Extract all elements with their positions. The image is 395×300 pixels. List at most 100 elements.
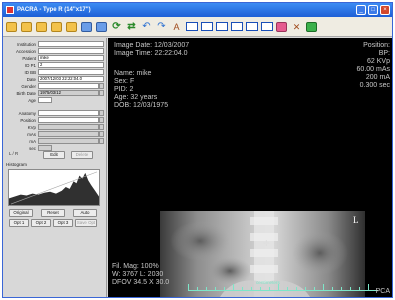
undo-button[interactable]: ↶ (140, 20, 153, 33)
export-icon (306, 21, 317, 32)
ruler-tick (197, 287, 198, 290)
layout-1-button[interactable] (185, 20, 198, 33)
layout-4-icon (230, 22, 243, 31)
dfov-overlay: DFOV 34.5 X 30.0 (112, 279, 170, 286)
image-viewer[interactable]: Image Date: 12/03/2007 Image Time: 22:22… (108, 38, 392, 297)
minimize-button[interactable]: _ (356, 5, 366, 15)
institution-label: Institution (17, 41, 36, 47)
kvp-field[interactable] (38, 124, 99, 130)
id-bb-field[interactable] (38, 69, 104, 75)
folder-icon (6, 21, 17, 32)
patient-label: Patient (22, 55, 36, 61)
maximize-button[interactable]: □ (368, 5, 378, 15)
id-bb-row: ID BB (6, 69, 104, 75)
age-field[interactable] (38, 97, 52, 103)
chevron-down-icon[interactable] (99, 110, 104, 116)
kvp-overlay: 62 KVp (367, 58, 390, 65)
ruler-tick (305, 287, 306, 290)
date-field[interactable]: 2007/12/03 22:22:04.0 (38, 76, 104, 82)
ruler-tick (296, 287, 297, 290)
age-label: Age (28, 97, 36, 103)
tools-button[interactable]: ✕ (290, 20, 303, 33)
id-p1-row: ID P1 2 (6, 62, 104, 68)
opt-2-button[interactable]: Opt 2 (31, 219, 51, 227)
ma-row: mA (6, 138, 104, 144)
delete-button[interactable]: Delete (71, 151, 93, 159)
export-folder-button[interactable] (65, 20, 78, 33)
redo-button[interactable]: ↷ (155, 20, 168, 33)
app-window: PACRA - Type R (14"x17") _ □ × ⟳ ⇄ ↶ ↷ A… (2, 2, 393, 298)
gender-select[interactable] (38, 83, 99, 89)
close-button[interactable]: × (380, 5, 390, 15)
chevron-down-icon[interactable] (99, 83, 104, 89)
accession-label: Accession (15, 48, 36, 54)
histogram-title: Histogram (6, 162, 27, 167)
favorite-button[interactable] (275, 20, 288, 33)
id-p1-field[interactable]: 2 (38, 62, 104, 68)
institution-row: Institution (6, 41, 104, 47)
sec-overlay: 0.300 sec (359, 82, 390, 89)
mas-field[interactable] (38, 131, 99, 137)
id-bb-label: ID BB (24, 69, 36, 75)
ruler-tick (215, 287, 216, 290)
save-opt-button[interactable]: Save Opt (75, 219, 97, 227)
save-folder-button[interactable] (35, 20, 48, 33)
layout-3-button[interactable] (215, 20, 228, 33)
anatomy-select[interactable] (38, 110, 99, 116)
redo-icon: ↷ (157, 20, 166, 32)
chevron-down-icon[interactable] (99, 124, 104, 130)
tools-icon: ✕ (292, 21, 301, 32)
opt-3-button[interactable]: Opt 3 (53, 219, 73, 227)
ruler-tick (260, 287, 261, 290)
patient-age-overlay: Age: 32 years (114, 94, 158, 101)
opt-1-button[interactable]: Opt 1 (9, 219, 29, 227)
reset-button[interactable]: Reset (41, 209, 65, 217)
id-p1-label: ID P1 (25, 62, 36, 68)
export-button[interactable] (305, 20, 318, 33)
chevron-down-icon[interactable] (99, 117, 104, 123)
export-folder-icon (66, 21, 77, 32)
birth-date-field[interactable]: 1975/03/12 (38, 90, 99, 96)
open-folder-button[interactable] (5, 20, 18, 33)
pencil-icon (96, 21, 107, 32)
flip-button[interactable]: ⇄ (125, 20, 138, 33)
print-button[interactable] (50, 20, 63, 33)
ma-label: mA (29, 138, 36, 144)
auto-button[interactable]: Auto (73, 209, 97, 217)
original-button[interactable]: Original (9, 209, 33, 217)
window-level-overlay: W: 3767 L: 2030 (112, 271, 164, 278)
chevron-down-icon[interactable] (99, 90, 104, 96)
send-button[interactable] (80, 20, 93, 33)
patient-name-overlay: Name: mike (114, 70, 152, 77)
layout-6-button[interactable] (260, 20, 273, 33)
date-row: Date 2007/12/03 22:22:04.0 (6, 76, 104, 82)
rotate-button[interactable]: ⟳ (110, 20, 123, 33)
institution-field[interactable] (38, 41, 104, 47)
mas-row: mAs (6, 131, 104, 137)
chevron-down-icon[interactable] (99, 138, 104, 144)
accession-row: Accession (6, 48, 104, 54)
ruler-tick (314, 287, 315, 290)
mas-overlay: 60.00 mAs (356, 66, 390, 73)
ruler-tick (359, 287, 360, 290)
layout-5-icon (245, 22, 258, 31)
print-icon (51, 21, 62, 32)
flip-icon: ⇄ (127, 20, 136, 32)
layout-2-button[interactable] (200, 20, 213, 33)
position-label: Position (20, 117, 36, 123)
layout-5-button[interactable] (245, 20, 258, 33)
annotate-button[interactable]: A (170, 20, 183, 33)
ma-field[interactable] (38, 138, 99, 144)
layout-4-button[interactable] (230, 20, 243, 33)
layout-1-icon (185, 22, 198, 31)
open-study-button[interactable] (20, 20, 33, 33)
fil-mag-overlay: Fil. Mag: 100% (112, 263, 159, 270)
accession-field[interactable] (38, 48, 104, 54)
edit-button[interactable]: Edit (43, 151, 65, 159)
chevron-down-icon[interactable] (99, 131, 104, 137)
kvp-label: KVp (27, 124, 36, 130)
patient-field[interactable]: mike (38, 55, 104, 61)
pencil-button[interactable] (95, 20, 108, 33)
centimeter-ruler: centimeters (188, 280, 378, 291)
position-select[interactable] (38, 117, 99, 123)
